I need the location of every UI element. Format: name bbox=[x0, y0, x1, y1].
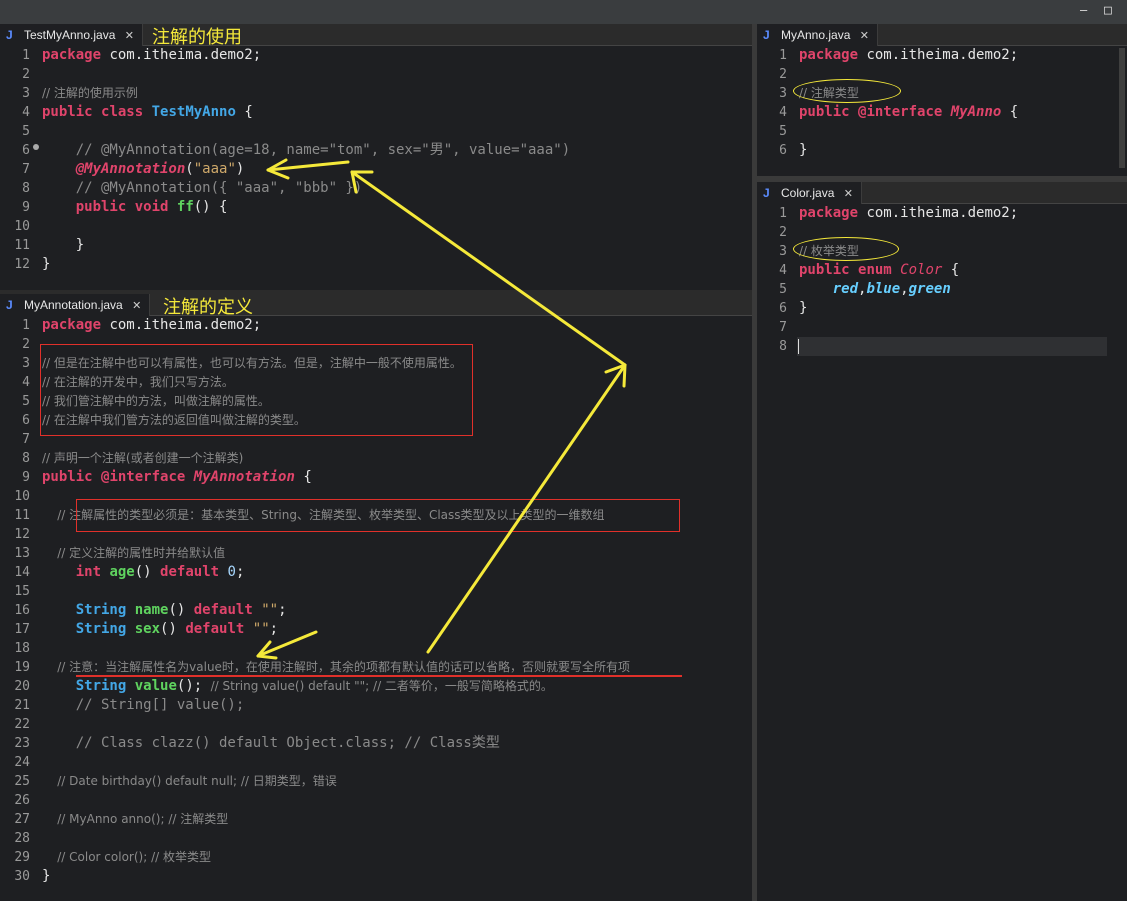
annotation-arrows bbox=[256, 158, 627, 660]
arrow-diagonal-from-value bbox=[426, 363, 627, 654]
arrow-diagonal-up bbox=[350, 170, 627, 367]
